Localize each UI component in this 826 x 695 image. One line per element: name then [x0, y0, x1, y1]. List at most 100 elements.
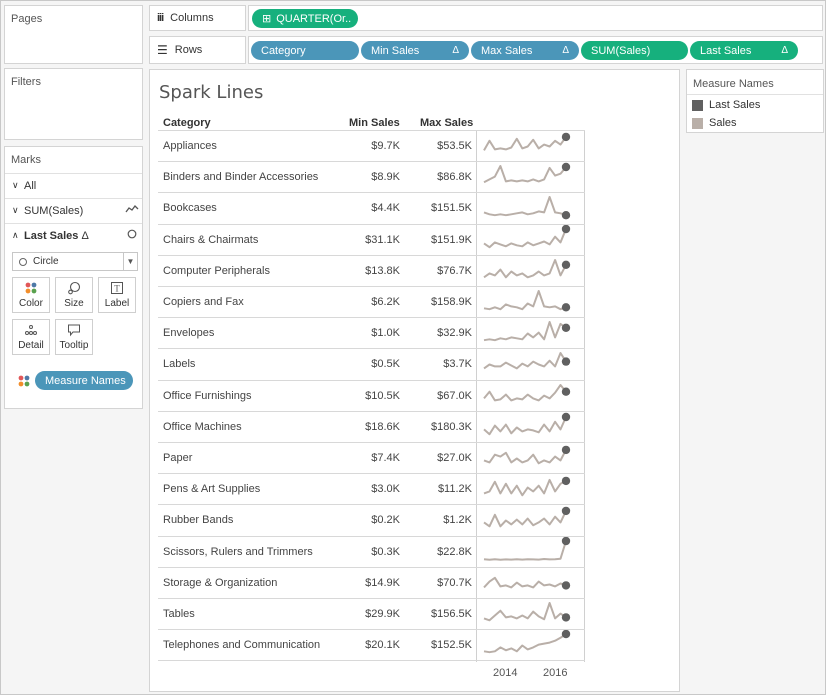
- max-sales-cell[interactable]: $156.5K: [412, 608, 472, 620]
- category-cell[interactable]: Envelopes: [163, 327, 214, 339]
- spark-column-border: [584, 130, 585, 663]
- label-button[interactable]: T Label: [98, 277, 136, 313]
- column-header-min-sales[interactable]: Min Sales: [349, 117, 400, 129]
- sparkline[interactable]: [480, 224, 572, 254]
- min-sales-cell[interactable]: $18.6K: [340, 421, 400, 433]
- sparkline[interactable]: [480, 505, 572, 534]
- category-cell[interactable]: Bookcases: [163, 202, 217, 214]
- max-sales-row-pill[interactable]: Max Sales Δ: [471, 41, 579, 60]
- sparkline[interactable]: [480, 131, 572, 160]
- sparkline[interactable]: [480, 287, 572, 316]
- pages-title: Pages: [11, 13, 43, 25]
- last-sales-row-pill[interactable]: Last Sales Δ: [690, 41, 798, 60]
- columns-shelf[interactable]: ⊞ QUARTER(Or..: [248, 5, 823, 31]
- marks-row-sum-sales[interactable]: ∨ SUM(Sales): [5, 198, 142, 222]
- category-cell[interactable]: Pens & Art Supplies: [163, 483, 260, 495]
- max-sales-cell[interactable]: $86.8K: [412, 171, 472, 183]
- category-cell[interactable]: Office Machines: [163, 421, 242, 433]
- sparkline[interactable]: [480, 536, 572, 566]
- size-button-label: Size: [64, 298, 84, 309]
- max-sales-cell[interactable]: $151.5K: [412, 202, 472, 214]
- detail-button[interactable]: Detail: [12, 319, 50, 355]
- filters-shelf[interactable]: Filters: [4, 68, 143, 140]
- max-sales-cell[interactable]: $3.7K: [412, 358, 472, 370]
- sparkline[interactable]: [480, 381, 572, 410]
- category-cell[interactable]: Rubber Bands: [163, 514, 233, 526]
- category-cell[interactable]: Labels: [163, 358, 195, 370]
- marks-row-label: SUM(Sales): [24, 204, 84, 217]
- min-sales-cell[interactable]: $8.9K: [340, 171, 400, 183]
- max-sales-cell[interactable]: $11.2K: [412, 483, 472, 495]
- rows-shelf[interactable]: Category Min Sales Δ Max Sales Δ SUM(Sal…: [248, 36, 823, 64]
- min-sales-cell[interactable]: $4.4K: [340, 202, 400, 214]
- tooltip-button[interactable]: Tooltip: [55, 319, 93, 355]
- marks-row-last-sales[interactable]: ∧ Last Sales Δ: [5, 223, 142, 247]
- last-sales-dot: [561, 162, 571, 172]
- max-sales-cell[interactable]: $22.8K: [412, 546, 472, 558]
- sparkline[interactable]: [480, 193, 572, 222]
- min-sales-cell[interactable]: $0.2K: [340, 514, 400, 526]
- column-header-max-sales[interactable]: Max Sales: [420, 117, 473, 129]
- quarter-column-pill[interactable]: ⊞ QUARTER(Or..: [252, 9, 358, 28]
- category-cell[interactable]: Computer Peripherals: [163, 265, 270, 277]
- min-sales-cell[interactable]: $0.5K: [340, 358, 400, 370]
- min-sales-cell[interactable]: $31.1K: [340, 234, 400, 246]
- max-sales-cell[interactable]: $151.9K: [412, 234, 472, 246]
- category-cell[interactable]: Telephones and Communication: [163, 639, 320, 651]
- category-cell[interactable]: Tables: [163, 608, 195, 620]
- category-cell[interactable]: Appliances: [163, 140, 217, 152]
- sparkline[interactable]: [480, 630, 572, 659]
- min-sales-cell[interactable]: $1.0K: [340, 327, 400, 339]
- max-sales-cell[interactable]: $67.0K: [412, 390, 472, 402]
- sparkline[interactable]: [480, 162, 572, 191]
- min-sales-cell[interactable]: $13.8K: [340, 265, 400, 277]
- min-sales-cell[interactable]: $9.7K: [340, 140, 400, 152]
- sparkline[interactable]: [480, 349, 572, 378]
- measure-names-color-pill[interactable]: Measure Names: [35, 371, 133, 390]
- min-sales-cell[interactable]: $0.3K: [340, 546, 400, 558]
- delta-icon: Δ: [562, 45, 569, 56]
- max-sales-cell[interactable]: $53.5K: [412, 140, 472, 152]
- category-row-pill[interactable]: Category: [251, 41, 359, 60]
- max-sales-cell[interactable]: $158.9K: [412, 296, 472, 308]
- last-sales-dot: [561, 224, 571, 233]
- min-sales-cell[interactable]: $10.5K: [340, 390, 400, 402]
- category-cell[interactable]: Copiers and Fax: [163, 296, 244, 308]
- column-header-category[interactable]: Category: [163, 117, 211, 129]
- legend-item-last-sales[interactable]: Last Sales: [692, 99, 760, 111]
- category-cell[interactable]: Chairs & Chairmats: [163, 234, 258, 246]
- max-sales-cell[interactable]: $27.0K: [412, 452, 472, 464]
- max-sales-cell[interactable]: $32.9K: [412, 327, 472, 339]
- category-cell[interactable]: Binders and Binder Accessories: [163, 171, 318, 183]
- min-sales-cell[interactable]: $6.2K: [340, 296, 400, 308]
- max-sales-cell[interactable]: $180.3K: [412, 421, 472, 433]
- min-sales-cell[interactable]: $14.9K: [340, 577, 400, 589]
- category-cell[interactable]: Paper: [163, 452, 192, 464]
- color-button[interactable]: Color: [12, 277, 50, 313]
- sparkline[interactable]: [480, 474, 572, 503]
- min-sales-cell[interactable]: $29.9K: [340, 608, 400, 620]
- mark-type-dropdown[interactable]: Circle ▼: [12, 252, 138, 271]
- sparkline[interactable]: [480, 443, 572, 472]
- category-cell[interactable]: Scissors, Rulers and Trimmers: [163, 546, 313, 558]
- sparkline[interactable]: [480, 318, 572, 347]
- pages-shelf[interactable]: Pages: [4, 5, 143, 64]
- sparkline[interactable]: [480, 256, 572, 285]
- category-cell[interactable]: Storage & Organization: [163, 577, 277, 589]
- sparkline[interactable]: [480, 568, 572, 597]
- min-sales-row-pill[interactable]: Min Sales Δ: [361, 41, 469, 60]
- category-cell[interactable]: Office Furnishings: [163, 390, 251, 402]
- sparkline[interactable]: [480, 599, 572, 628]
- max-sales-cell[interactable]: $152.5K: [412, 639, 472, 651]
- min-sales-cell[interactable]: $3.0K: [340, 483, 400, 495]
- min-sales-cell[interactable]: $7.4K: [340, 452, 400, 464]
- marks-row-all[interactable]: ∨ All: [5, 173, 142, 197]
- legend-item-sales[interactable]: Sales: [692, 117, 737, 129]
- size-button[interactable]: Size: [55, 277, 93, 313]
- max-sales-cell[interactable]: $70.7K: [412, 577, 472, 589]
- sparkline[interactable]: [480, 412, 572, 441]
- sum-sales-row-pill[interactable]: SUM(Sales): [581, 41, 688, 60]
- max-sales-cell[interactable]: $76.7K: [412, 265, 472, 277]
- min-sales-cell[interactable]: $20.1K: [340, 639, 400, 651]
- max-sales-cell[interactable]: $1.2K: [412, 514, 472, 526]
